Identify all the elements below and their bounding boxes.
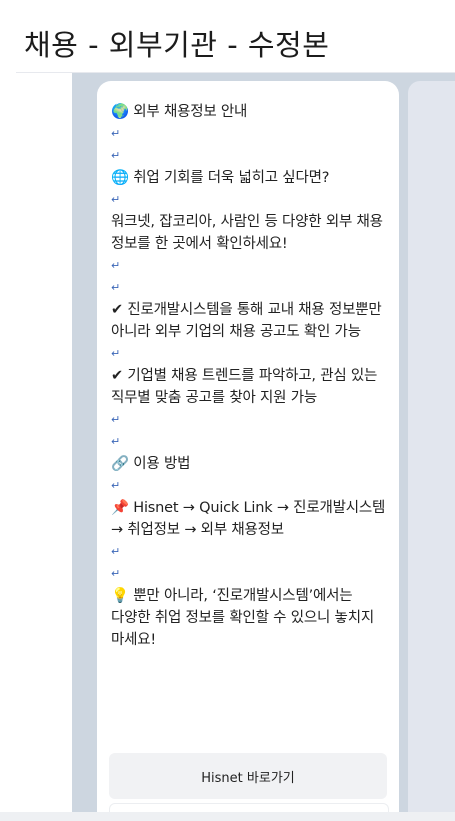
next-column[interactable]: [408, 81, 455, 821]
paragraph-mark: ↵: [111, 149, 121, 162]
paragraph-mark: ↵: [111, 127, 121, 140]
paragraph-mark: ↵: [111, 435, 121, 448]
card-tip: 💡 뿐만 아니라, ‘진로개발시스템’에서는 다양한 취업 정보를 확인할 수 …: [111, 588, 374, 648]
card-text: 워크넷, 잡코리아, 사람인 등 다양한 외부 채용 정보를 한 곳에서 확인하…: [111, 214, 383, 252]
paragraph-mark: ↵: [111, 413, 121, 426]
page-title: 채용 - 외부기관 - 수정본: [24, 28, 330, 62]
card-check-item: ✔ 기업별 채용 트렌드를 파악하고, 관심 있는 직무별 맞춤 공고를 찾아 …: [111, 368, 378, 406]
paragraph-mark: ↵: [111, 281, 121, 294]
message-card: 🌍 외부 채용정보 안내 ↵ ↵ 🌐 취업 기회를 더욱 넓히고 싶다면? ↵ …: [97, 81, 399, 821]
paragraph-mark: ↵: [111, 193, 121, 206]
card-check-item: ✔ 진로개발시스템을 통해 교내 채용 정보뿐만 아니라 외부 기업의 채용 공…: [111, 302, 382, 340]
card-heading: 🌍 외부 채용정보 안내: [111, 104, 248, 120]
paragraph-mark: ↵: [111, 259, 121, 272]
paragraph-mark: ↵: [111, 567, 121, 580]
card-usage-path: 📌 Hisnet → Quick Link → 진로개발시스템 → 취업정보 →…: [111, 500, 386, 538]
page: 채용 - 외부기관 - 수정본 🌍 외부 채용정보 안내 ↵ ↵ 🌐 취업 기회…: [0, 0, 455, 821]
card-subheading: 🌐 취업 기회를 더욱 넓히고 싶다면?: [111, 170, 330, 186]
paragraph-mark: ↵: [111, 545, 121, 558]
card-usage-heading: 🔗 이용 방법: [111, 456, 191, 472]
card-body: 🌍 외부 채용정보 안내 ↵ ↵ 🌐 취업 기회를 더욱 넓히고 싶다면? ↵ …: [111, 101, 393, 651]
horizontal-scrollbar[interactable]: [0, 812, 455, 821]
hisnet-link-button[interactable]: Hisnet 바로가기: [109, 753, 387, 799]
paragraph-mark: ↵: [111, 479, 121, 492]
paragraph-mark: ↵: [111, 347, 121, 360]
